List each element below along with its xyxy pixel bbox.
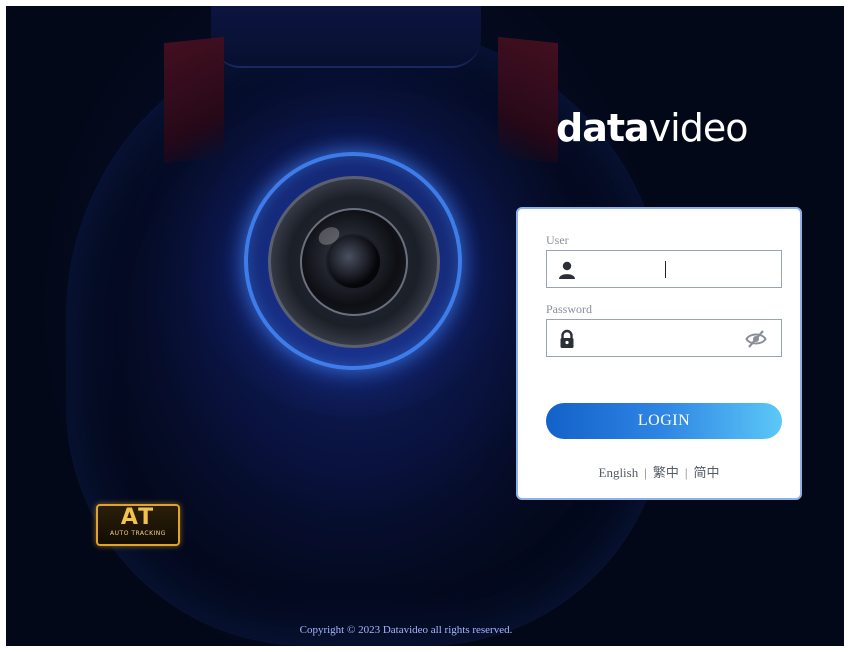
brand-logo-light: video: [648, 106, 749, 150]
password-label: Password: [546, 302, 593, 316]
language-traditional-chinese[interactable]: 繁中: [647, 465, 685, 480]
camera-image-head: [211, 6, 481, 68]
eye-slash-icon[interactable]: [745, 329, 767, 349]
lock-icon: [560, 329, 574, 348]
text-cursor: [665, 261, 666, 278]
auto-tracking-logo-text: AUTO TRACKING: [110, 530, 166, 537]
user-field[interactable]: [546, 250, 782, 288]
language-simplified-chinese[interactable]: 简中: [687, 465, 725, 480]
user-input[interactable]: [587, 257, 741, 283]
copyright-text: Copyright © 2023 Datavideo all rights re…: [299, 624, 513, 636]
camera-side-panel-left: [164, 36, 224, 164]
auto-tracking-logo: AT AUTO TRACKING: [96, 504, 180, 546]
password-field[interactable]: [546, 319, 782, 357]
user-icon: [559, 261, 575, 279]
brand-logo-bold: data: [556, 106, 650, 150]
language-english[interactable]: English: [593, 465, 645, 480]
camera-side-panel-right: [498, 36, 558, 164]
password-input[interactable]: [587, 326, 741, 352]
auto-tracking-logo-mark: AT: [120, 505, 156, 530]
user-label: User: [546, 233, 569, 247]
language-switcher: English | 繁中 | 简中: [518, 462, 800, 481]
login-screen: AT AUTO TRACKING datavideo User Password: [6, 6, 844, 646]
lens-core: [326, 234, 382, 290]
brand-logo: datavideo: [556, 106, 749, 150]
login-card: User Password LOGIN English | 繁中 | 简中: [516, 207, 802, 500]
login-button[interactable]: LOGIN: [546, 403, 782, 439]
